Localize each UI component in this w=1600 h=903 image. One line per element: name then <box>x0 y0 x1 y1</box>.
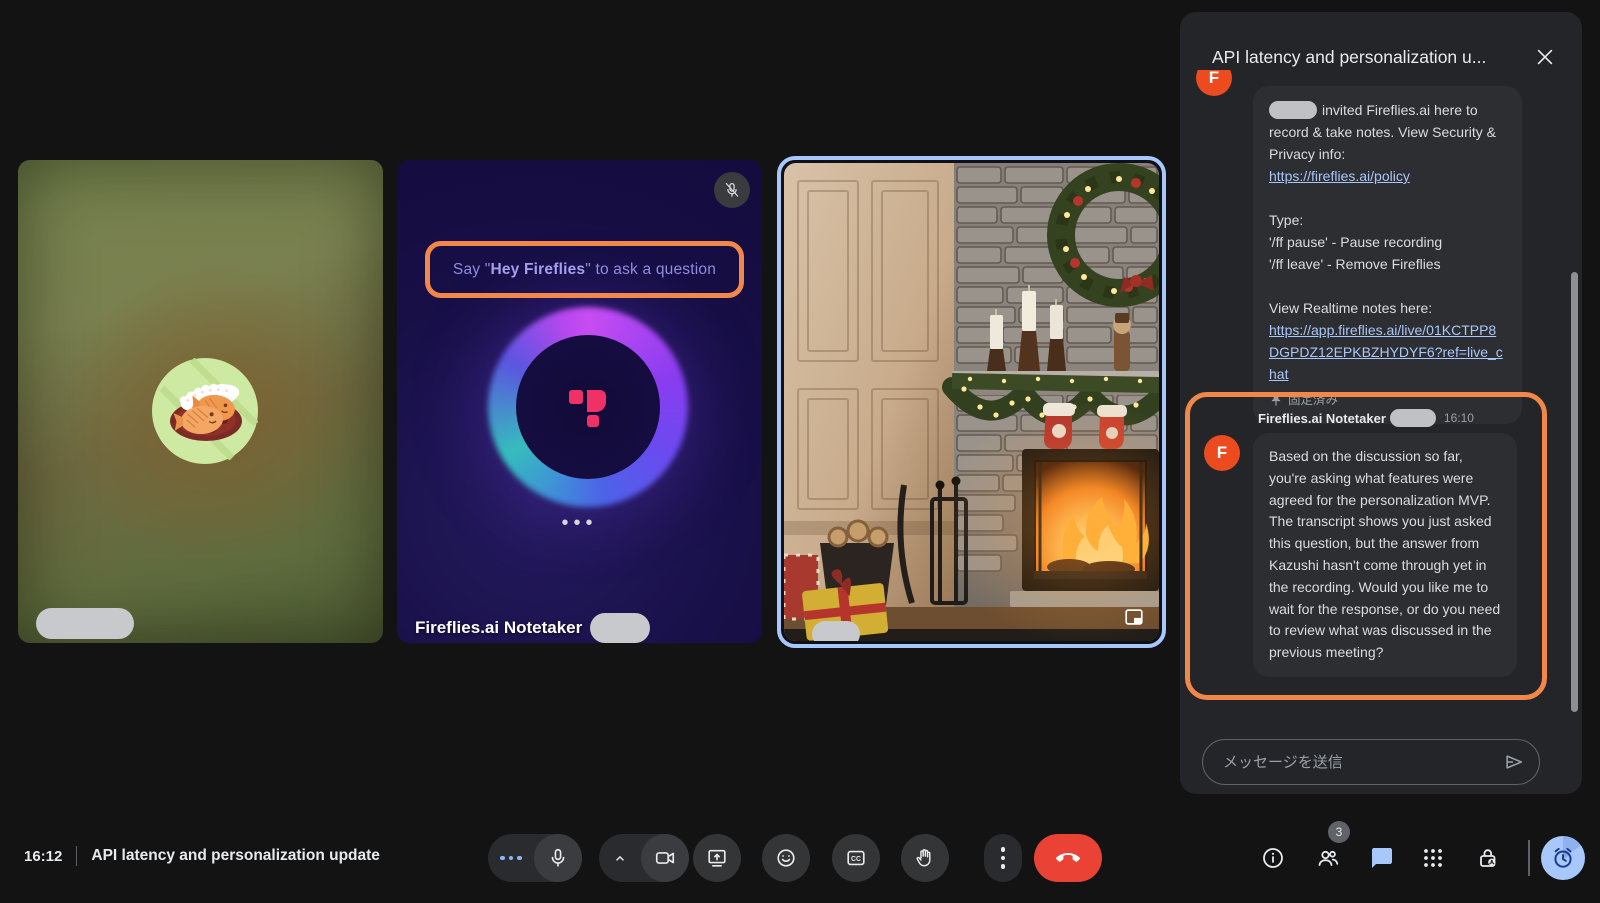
fireflies-policy-link[interactable]: https://fireflies.ai/policy <box>1269 168 1410 184</box>
mic-icon <box>547 847 569 869</box>
chat-panel-title: API latency and personalization u... <box>1212 47 1528 68</box>
picture-in-picture-icon[interactable] <box>1123 606 1145 628</box>
alarm-clock-icon <box>1550 845 1576 871</box>
divider <box>1528 840 1530 876</box>
activities-grid-icon[interactable] <box>1421 846 1445 870</box>
close-icon[interactable] <box>1528 40 1562 74</box>
hey-fireflies-banner: Say "Hey Fireflies" to ask a question <box>425 241 744 298</box>
pinned-chat-message: invited Fireflies.ai here to record & ta… <box>1253 86 1522 424</box>
banner-prefix: Say " <box>453 261 491 278</box>
meeting-title: API latency and personalization update <box>91 847 380 865</box>
captions-icon: CC <box>845 847 867 869</box>
taiyaki-avatar <box>152 358 258 464</box>
video-tile-participant[interactable] <box>18 160 383 643</box>
fireplace-scene <box>784 163 1159 641</box>
divider <box>76 846 77 866</box>
raise-hand-button[interactable] <box>901 834 949 882</box>
meeting-details-icon[interactable] <box>1261 846 1285 870</box>
chat-scrollbar[interactable] <box>1571 272 1578 712</box>
video-tile-fireflies[interactable]: Say "Hey Fireflies" to ask a question ••… <box>397 160 762 643</box>
banner-highlight: Hey Fireflies <box>490 261 585 278</box>
mic-off-icon <box>723 181 741 199</box>
message-body: Based on the discussion so far, you're a… <box>1253 433 1517 677</box>
present-screen-icon <box>706 847 728 869</box>
send-icon[interactable] <box>1503 751 1525 773</box>
mic-button-group <box>488 834 582 882</box>
chat-composer <box>1202 739 1540 785</box>
redacted-name-pill <box>590 613 650 643</box>
redacted-tag-pill <box>1390 409 1436 427</box>
fireflies-avatar: F <box>1196 70 1232 96</box>
banner-suffix: " to ask a question <box>585 261 716 278</box>
chat-panel-icon-active[interactable] <box>1370 846 1394 870</box>
chat-message-list: F invited Fireflies.ai here to record & … <box>1180 70 1582 737</box>
command-pause: '/ff pause' - Pause recording <box>1269 231 1506 253</box>
in-call-messages-panel: API latency and personalization u... F i… <box>1180 12 1582 794</box>
command-leave: '/ff leave' - Remove Fireflies <box>1269 253 1506 275</box>
camera-options-chevron[interactable] <box>599 849 641 867</box>
highlighted-chat-message: Fireflies.ai Notetaker 16:10 F Based on … <box>1185 392 1547 700</box>
loading-dots: ••• <box>397 512 762 535</box>
present-screen-button[interactable] <box>693 834 741 882</box>
chevron-up-icon <box>611 849 629 867</box>
camera-button-group <box>599 834 689 882</box>
mic-muted-badge <box>714 172 750 208</box>
svg-text:CC: CC <box>851 856 861 863</box>
participants-icon[interactable] <box>1316 846 1340 870</box>
realtime-notes-link[interactable]: https://app.fireflies.ai/live/01KCTPP8DG… <box>1269 322 1503 382</box>
participants-count-badge: 3 <box>1328 821 1350 843</box>
raise-hand-icon <box>914 847 936 869</box>
reactions-button[interactable] <box>762 834 810 882</box>
end-call-button[interactable] <box>1034 834 1102 882</box>
meet-window: Say "Hey Fireflies" to ask a question ••… <box>0 0 1600 903</box>
redacted-sender-pill <box>1269 101 1317 119</box>
captions-button[interactable]: CC <box>832 834 880 882</box>
mic-button[interactable] <box>534 834 582 882</box>
type-heading: Type: <box>1269 209 1506 231</box>
fireflies-avatar: F <box>1204 435 1240 471</box>
tile-name-label: Fireflies.ai Notetaker <box>415 618 582 638</box>
end-call-icon <box>1056 846 1080 870</box>
host-controls-lock-icon[interactable] <box>1476 846 1500 870</box>
smiley-icon <box>775 847 797 869</box>
fireflies-logo-icon <box>566 386 610 430</box>
audio-activity-icon[interactable] <box>488 856 534 861</box>
realtime-notes-heading: View Realtime notes here: <box>1269 297 1506 319</box>
more-options-button[interactable] <box>984 834 1022 882</box>
message-sender: Fireflies.ai Notetaker <box>1258 411 1386 426</box>
message-timestamp: 16:10 <box>1444 411 1474 425</box>
video-tile-fireplace-active-speaker[interactable] <box>777 156 1166 648</box>
redacted-name-pill <box>36 608 134 639</box>
chat-message-input[interactable] <box>1221 753 1503 772</box>
camera-icon <box>654 847 676 869</box>
clock: 16:12 <box>24 848 62 865</box>
timer-button[interactable] <box>1541 836 1585 880</box>
camera-button[interactable] <box>641 834 689 882</box>
redacted-name-pill <box>812 621 860 641</box>
